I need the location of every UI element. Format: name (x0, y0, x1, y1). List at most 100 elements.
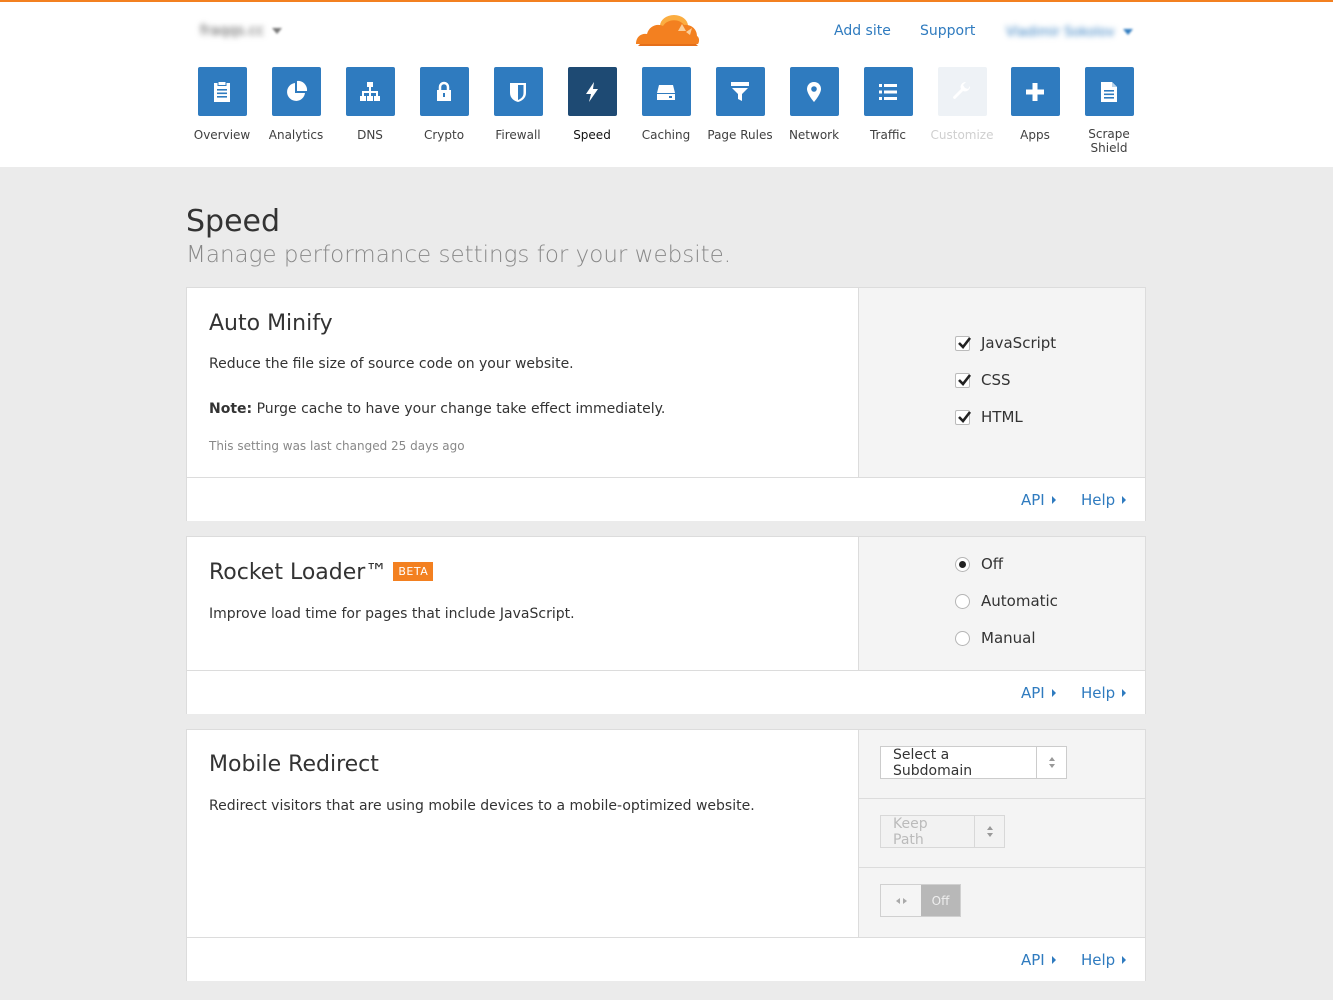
javascript-checkbox[interactable]: JavaScript (955, 334, 1056, 352)
nav-traffic[interactable]: Traffic (851, 67, 925, 142)
nav-analytics[interactable]: Analytics (259, 67, 333, 142)
nav-network[interactable]: Network (777, 67, 851, 142)
card-title: Mobile Redirect (209, 752, 379, 777)
subdomain-row: Select a Subdomain (859, 730, 1145, 799)
up-down-arrows-icon (1036, 747, 1066, 778)
card-side: Off Automatic Manual (859, 537, 1145, 670)
nav-customize: Customize (925, 67, 999, 142)
check-icon (958, 373, 972, 386)
add-site-link[interactable]: Add site (834, 23, 891, 39)
keep-path-select: Keep Path (880, 815, 1005, 848)
help-link[interactable]: Help (1081, 684, 1127, 702)
css-checkbox[interactable]: CSS (955, 371, 1011, 389)
nav-tile (493, 67, 543, 116)
nav-label: Caching (641, 128, 691, 142)
card-description: Reduce the file size of source code on y… (209, 356, 574, 372)
card-main: Auto Minify Reduce the file size of sour… (187, 288, 859, 477)
select-value: Select a Subdomain (893, 746, 973, 779)
nav-tile (715, 67, 765, 116)
nav-apps[interactable]: Apps (998, 67, 1072, 142)
help-link[interactable]: Help (1081, 951, 1127, 969)
mobile-redirect-toggle[interactable]: Off (880, 884, 961, 917)
option-label: Automatic (981, 592, 1058, 610)
chevron-down-icon (1122, 29, 1133, 35)
list-icon (879, 83, 897, 100)
nav-label: Analytics (268, 128, 324, 142)
rocket-manual-radio[interactable]: Manual (955, 629, 1036, 647)
nav-caching[interactable]: Caching (629, 67, 703, 142)
nav-tile (197, 67, 247, 116)
option-label: HTML (981, 408, 1023, 426)
card-footer: API Help (187, 477, 1145, 521)
network-tree-icon (360, 81, 380, 101)
api-label: API (1021, 491, 1045, 509)
checkbox[interactable] (955, 409, 972, 425)
card-title-text: Rocket Loader™ (209, 560, 388, 585)
caret-right-icon (1122, 496, 1127, 504)
card-title: Rocket Loader™ BETA (209, 560, 434, 585)
help-label: Help (1081, 491, 1116, 509)
card-title: Auto Minify (209, 311, 333, 336)
card-footer: API Help (187, 670, 1145, 714)
nav-scrape-shield[interactable]: Scrape Shield (1072, 67, 1146, 155)
user-menu[interactable]: Vladimir Sokolov (1006, 22, 1136, 42)
page-title: Speed (186, 204, 281, 239)
nav-speed[interactable]: Speed (555, 67, 629, 142)
nav-crypto[interactable]: Crypto (407, 67, 481, 142)
nav-label: DNS (357, 128, 383, 142)
mobile-redirect-card: Mobile Redirect Redirect visitors that a… (186, 729, 1146, 981)
checkbox[interactable] (955, 372, 972, 388)
nav-tile (937, 67, 987, 116)
chevron-down-icon (272, 28, 283, 34)
nav-tile (1084, 67, 1134, 116)
lightning-icon (586, 81, 598, 102)
checkbox[interactable] (955, 335, 972, 351)
rocket-automatic-radio[interactable]: Automatic (955, 592, 1058, 610)
radio-button[interactable] (955, 593, 970, 609)
html-checkbox[interactable]: HTML (955, 408, 1023, 426)
radio-button[interactable] (955, 630, 970, 646)
card-side: Select a Subdomain Keep Path Off (859, 730, 1145, 937)
nav-label: Network (788, 128, 840, 142)
location-pin-icon (807, 81, 821, 102)
rocket-off-radio[interactable]: Off (955, 555, 1003, 573)
clipboard-icon (214, 80, 230, 102)
nav-tile (271, 67, 321, 116)
select-value: Keep Path (893, 815, 928, 848)
nav-overview[interactable]: Overview (185, 67, 259, 142)
nav-tile (641, 67, 691, 116)
wrench-icon (952, 81, 971, 99)
nav-page-rules[interactable]: Page Rules (703, 67, 777, 142)
nav-label: Speed (573, 128, 611, 142)
nav-firewall[interactable]: Firewall (481, 67, 555, 142)
user-name: Vladimir Sokolov (1006, 24, 1115, 40)
api-link[interactable]: API (1021, 684, 1056, 702)
nav-dns[interactable]: DNS (333, 67, 407, 142)
radio-button[interactable] (955, 556, 970, 572)
card-main: Mobile Redirect Redirect visitors that a… (187, 730, 859, 937)
cloudflare-logo (636, 15, 700, 46)
caret-right-icon (1051, 956, 1056, 964)
top-header: fraqqs.cc Add site Support Vladimir Soko… (0, 0, 1333, 167)
keep-path-row: Keep Path (859, 799, 1145, 868)
api-link[interactable]: API (1021, 951, 1056, 969)
zone-name: fraqqs.cc (200, 23, 265, 39)
rocket-loader-card: Rocket Loader™ BETA Improve load time for… (186, 536, 1146, 714)
api-link[interactable]: API (1021, 491, 1056, 509)
card-footer: API Help (187, 937, 1145, 981)
support-link[interactable]: Support (920, 23, 975, 39)
plus-icon (1026, 82, 1044, 101)
card-side: JavaScript CSS HTML (859, 288, 1145, 477)
help-label: Help (1081, 951, 1116, 969)
lock-icon (437, 81, 451, 101)
zone-selector[interactable]: fraqqs.cc (200, 20, 298, 42)
card-description: Improve load time for pages that include… (209, 606, 575, 622)
nav-label: Overview (193, 128, 251, 142)
caret-right-icon (1051, 689, 1056, 697)
help-label: Help (1081, 684, 1116, 702)
shield-icon (510, 82, 526, 102)
option-label: CSS (981, 371, 1011, 389)
last-changed-text: This setting was last changed 25 days ag… (209, 439, 465, 453)
subdomain-select[interactable]: Select a Subdomain (880, 746, 1067, 779)
help-link[interactable]: Help (1081, 491, 1127, 509)
